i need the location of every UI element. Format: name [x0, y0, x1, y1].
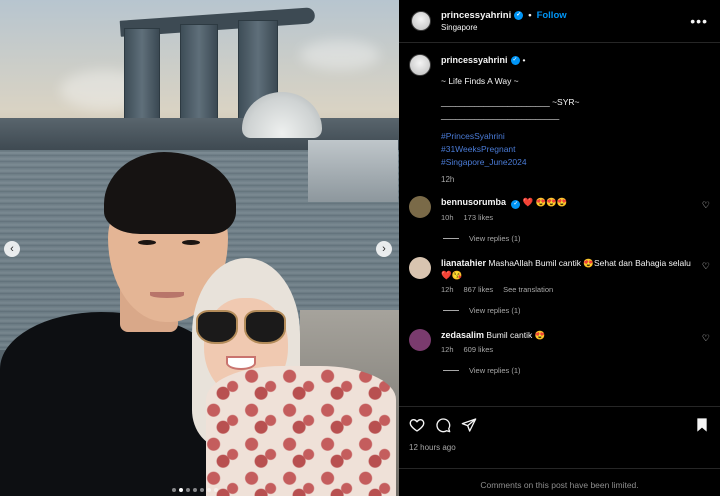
- carousel-dot: [200, 488, 204, 492]
- comment-body: bennusorumba ✓ ❤️ 😍😍😍 10h 173 likes: [441, 196, 691, 224]
- hashtag-link[interactable]: #Singapore_June2024: [441, 156, 580, 169]
- carousel-dot: [193, 488, 197, 492]
- follow-button[interactable]: Follow: [537, 10, 567, 21]
- post-header: princessyahrini ✓ • Follow Singapore •••: [399, 0, 720, 43]
- carousel-dot: [179, 488, 183, 492]
- comment-text-line: zedasalim Bumil cantik 😍: [441, 329, 691, 341]
- header-line: princessyahrini ✓ • Follow: [441, 10, 690, 21]
- hashtag-link[interactable]: #31WeeksPregnant: [441, 143, 580, 156]
- comment-text: ❤️ 😍😍😍: [522, 197, 568, 207]
- verified-badge-icon: ✓: [514, 11, 524, 20]
- caption-line: _________________________: [441, 110, 560, 120]
- carousel-dot: [172, 488, 176, 492]
- like-heart-icon[interactable]: [409, 417, 425, 433]
- verified-badge-icon: ✓: [510, 56, 520, 65]
- carousel-next-button[interactable]: ›: [376, 241, 392, 257]
- pier: [308, 140, 398, 202]
- view-replies-label: View replies (1): [469, 306, 521, 315]
- hotel-tower: [180, 24, 218, 128]
- bookmark-icon[interactable]: [694, 417, 710, 433]
- verified-badge-icon: ✓: [511, 200, 521, 209]
- like-comment-heart-icon[interactable]: ♡: [702, 200, 710, 211]
- more-options-icon[interactable]: •••: [690, 13, 708, 29]
- carousel-dot: [186, 488, 190, 492]
- comment: lianatahier MashaAllah Bumil cantik 😍Seh…: [399, 257, 720, 296]
- carousel-dot: [214, 488, 218, 492]
- comment-bubble-icon[interactable]: [435, 417, 451, 433]
- view-replies[interactable]: View replies (1): [443, 234, 720, 243]
- replies-line: [443, 370, 459, 371]
- header-username[interactable]: princessyahrini: [441, 10, 511, 21]
- carousel-prev-button[interactable]: ‹: [4, 241, 20, 257]
- replies-line: [443, 310, 459, 311]
- caption-line: ~ Life Finds A Way ~: [441, 76, 519, 86]
- cloud: [300, 40, 380, 70]
- carousel-dots: [172, 488, 218, 492]
- comment-body: zedasalim Bumil cantik 😍 12h 609 likes: [441, 329, 691, 356]
- comment-likes[interactable]: 867 likes: [464, 284, 494, 296]
- caption-username[interactable]: princessyahrini: [441, 54, 508, 67]
- caption-line: _______________________ ~SYR~: [441, 97, 580, 107]
- comment: bennusorumba ✓ ❤️ 😍😍😍 10h 173 likes ♡: [399, 196, 720, 224]
- see-translation-link[interactable]: See translation: [503, 284, 553, 296]
- avatar[interactable]: [409, 54, 431, 76]
- comment-likes[interactable]: 609 likes: [464, 344, 494, 356]
- location-link[interactable]: Singapore: [441, 23, 690, 32]
- comment-avatar[interactable]: [409, 196, 431, 218]
- caption-body: princessyahrini ✓ • ~ Life Finds A Way ~…: [441, 54, 580, 186]
- comment-text: Bumil cantik 😍: [486, 330, 546, 340]
- comment-time: 12h: [441, 345, 454, 354]
- view-replies[interactable]: View replies (1): [443, 306, 720, 315]
- man-eye: [182, 240, 200, 245]
- post-photo[interactable]: ‹ ›: [0, 0, 399, 496]
- view-replies-label: View replies (1): [469, 234, 521, 243]
- comment-meta: 12h 609 likes: [441, 344, 691, 356]
- replies-line: [443, 238, 459, 239]
- comment-username[interactable]: bennusorumba: [441, 197, 506, 207]
- man-mouth: [150, 292, 184, 298]
- comment-body: lianatahier MashaAllah Bumil cantik 😍Seh…: [441, 257, 691, 296]
- posted-time: 12 hours ago: [409, 443, 456, 452]
- comment-meta: 10h 173 likes: [441, 212, 691, 224]
- comment-text-line: lianatahier MashaAllah Bumil cantik 😍Seh…: [441, 257, 691, 281]
- like-comment-heart-icon[interactable]: ♡: [702, 261, 710, 272]
- caption-dot: •: [522, 55, 526, 65]
- comment-username[interactable]: lianatahier: [441, 258, 486, 268]
- woman-dress: [206, 366, 396, 496]
- caption-time: 12h: [441, 175, 455, 184]
- view-replies[interactable]: View replies (1): [443, 366, 720, 375]
- man-shirt: [0, 312, 220, 496]
- caption-header: princessyahrini ✓ •: [441, 54, 580, 67]
- comment-meta: 12h 867 likes See translation: [441, 284, 691, 296]
- post-panel: princessyahrini ✓ • Follow Singapore •••…: [399, 0, 720, 496]
- comment-time: 12h: [441, 285, 454, 294]
- comment-avatar[interactable]: [409, 329, 431, 351]
- like-comment-heart-icon[interactable]: ♡: [702, 333, 710, 344]
- comment-text-line: bennusorumba ✓ ❤️ 😍😍😍: [441, 196, 691, 209]
- hotel-tower: [124, 28, 160, 128]
- comments-scroll[interactable]: princessyahrini ✓ • ~ Life Finds A Way ~…: [399, 44, 720, 406]
- comment: zedasalim Bumil cantik 😍 12h 609 likes ♡: [399, 329, 720, 356]
- action-row: [399, 407, 720, 433]
- header-text: princessyahrini ✓ • Follow Singapore: [441, 10, 690, 32]
- share-paper-plane-icon[interactable]: [461, 417, 477, 433]
- separator: •: [528, 10, 532, 21]
- caption: princessyahrini ✓ • ~ Life Finds A Way ~…: [399, 44, 720, 186]
- sunglasses-lens: [244, 310, 286, 344]
- comment-likes[interactable]: 173 likes: [464, 212, 494, 224]
- carousel-dot: [207, 488, 211, 492]
- comment-avatar[interactable]: [409, 257, 431, 279]
- man-eye: [138, 240, 156, 245]
- comment-time: 10h: [441, 213, 454, 222]
- comment-username[interactable]: zedasalim: [441, 330, 484, 340]
- sunglasses-lens: [196, 310, 238, 344]
- comments-limited-notice: Comments on this post have been limited.: [399, 468, 720, 496]
- hashtag-link[interactable]: #PrincesSyahrini: [441, 130, 580, 143]
- avatar[interactable]: [411, 11, 431, 31]
- view-replies-label: View replies (1): [469, 366, 521, 375]
